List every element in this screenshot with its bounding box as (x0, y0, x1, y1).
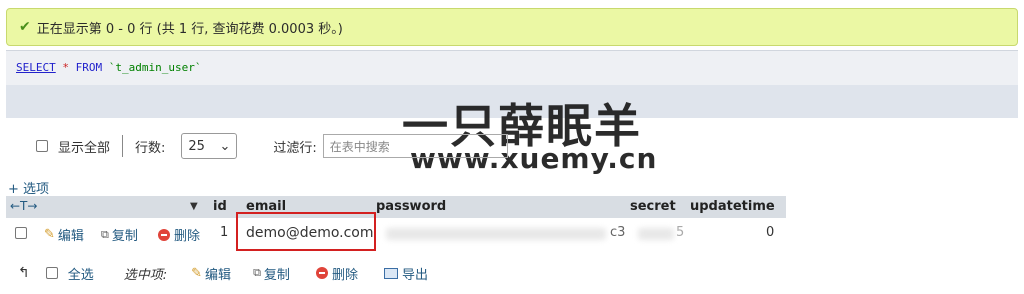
col-header-secret[interactable]: secret (630, 199, 676, 214)
with-selected-label: 选中项: (123, 267, 168, 283)
highlight-box (236, 212, 376, 251)
cell-updatetime: 0 (766, 225, 775, 240)
bulk-edit-button[interactable]: ✎ 编辑 (191, 264, 231, 283)
success-text: 正在显示第 0 - 0 行 (共 1 行, 查询花费 0.0003 秒。) (36, 21, 343, 37)
show-all-label: 显示全部 (58, 140, 111, 156)
sql-table-name: `t_admin_user` (108, 61, 202, 74)
copy-icon: ⧉ (101, 227, 109, 241)
sql-keyword-select[interactable]: SELECT (16, 61, 56, 74)
password-redaction (386, 228, 606, 240)
copy-icon: ⧉ (253, 266, 261, 279)
row-checkbox[interactable] (15, 227, 27, 239)
filter-label: 过滤行: (273, 140, 317, 156)
cell-id: 1 (220, 225, 229, 240)
col-header-updatetime[interactable]: updatetime (690, 199, 775, 214)
cell-secret-tail: 5 (676, 225, 685, 240)
rows-per-page-value: 25 (188, 138, 205, 154)
select-all-label[interactable]: 全选 (68, 264, 94, 283)
chevron-down-icon: ⌄ (219, 138, 231, 154)
column-resize-arrows-icon[interactable]: ←T→ (10, 199, 37, 213)
bulk-export-label: 导出 (401, 267, 428, 283)
cell-password-tail: c3 (610, 225, 626, 240)
bulk-delete-button[interactable]: 删除 (315, 264, 358, 283)
rows-per-page-select[interactable]: 25 ⌄ (181, 133, 238, 159)
filter-placeholder: 在表中搜索 (329, 139, 390, 154)
row-edit-label: 编辑 (57, 229, 84, 244)
sort-dropdown-icon[interactable]: ▼ (190, 201, 198, 212)
col-header-password[interactable]: password (376, 199, 446, 214)
rows-label: 行数: (135, 140, 166, 156)
table-header: ←T→ ▼ id email password secret updatetim… (6, 196, 786, 218)
bulk-actions-bar: ↰ 全选 选中项: ✎ 编辑 ⧉ 复制 删除 导出 (18, 262, 428, 284)
row-delete-label: 删除 (174, 229, 201, 244)
pencil-icon: ✎ (44, 227, 55, 242)
delete-icon (158, 228, 170, 241)
bulk-delete-label: 删除 (331, 267, 358, 283)
display-controls: 显示全部 行数: 25 ⌄ 过滤行: 在表中搜索 (36, 133, 508, 159)
pencil-icon: ✎ (191, 265, 203, 281)
row-copy-label: 复制 (111, 229, 138, 244)
select-arrow-icon: ↰ (18, 265, 30, 281)
sql-star: * (62, 61, 69, 74)
options-link[interactable]: + 选项 (8, 178, 49, 197)
show-all-checkbox[interactable] (36, 140, 48, 152)
row-delete-button[interactable]: 删除 (158, 225, 200, 244)
sql-query[interactable]: SELECT * FROM `t_admin_user` (6, 51, 1018, 85)
row-edit-button[interactable]: ✎ 编辑 (44, 225, 84, 244)
row-copy-button[interactable]: ⧉ 复制 (101, 225, 138, 245)
bulk-copy-button[interactable]: ⧉ 复制 (253, 264, 290, 283)
select-all-checkbox[interactable] (45, 267, 58, 279)
sql-keyword-from: FROM (75, 61, 103, 74)
bulk-export-button[interactable]: 导出 (383, 264, 428, 283)
export-icon (383, 267, 398, 279)
bulk-edit-label: 编辑 (205, 267, 232, 283)
divider (122, 135, 124, 157)
col-header-id[interactable]: id (213, 199, 227, 214)
delete-icon (315, 267, 328, 279)
bulk-copy-label: 复制 (263, 267, 290, 283)
filter-rows-input[interactable]: 在表中搜索 (322, 134, 508, 158)
success-message: ✔ 正在显示第 0 - 0 行 (共 1 行, 查询花费 0.0003 秒。) (6, 8, 1018, 46)
check-icon: ✔ (19, 19, 31, 35)
secret-redaction (638, 228, 674, 240)
table-row: ✎ 编辑 ⧉ 复制 删除 1 demo@demo.com c3 5 0 (6, 220, 786, 246)
